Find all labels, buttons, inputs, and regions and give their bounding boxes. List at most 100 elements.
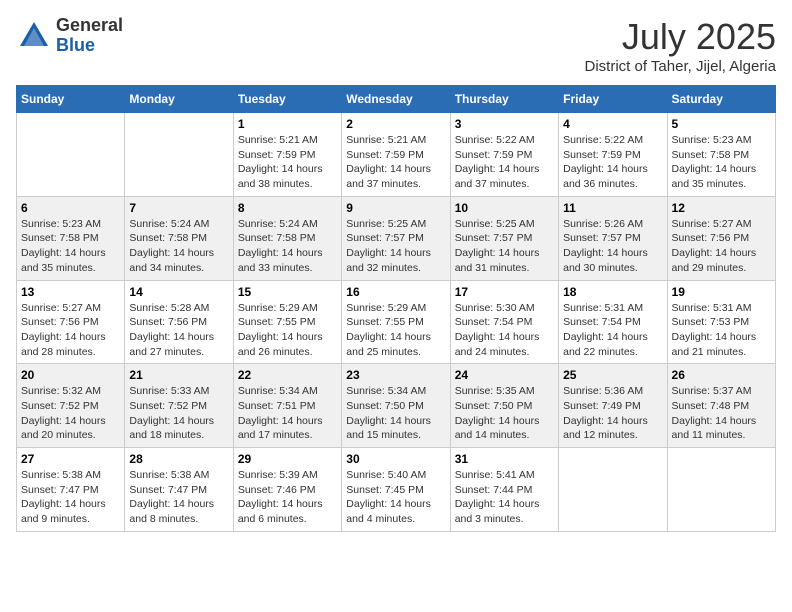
calendar-cell: 1 Sunrise: 5:21 AM Sunset: 7:59 PM Daylig… bbox=[233, 113, 341, 197]
day-number: 8 bbox=[238, 201, 337, 215]
calendar-cell bbox=[667, 448, 775, 532]
calendar-week-4: 27 Sunrise: 5:38 AM Sunset: 7:47 PM Dayli… bbox=[17, 448, 776, 532]
calendar-week-1: 6 Sunrise: 5:23 AM Sunset: 7:58 PM Daylig… bbox=[17, 196, 776, 280]
calendar-cell: 13 Sunrise: 5:27 AM Sunset: 7:56 PM Dayli… bbox=[17, 280, 125, 364]
logo-blue-text: Blue bbox=[56, 36, 123, 56]
day-number: 28 bbox=[129, 452, 228, 466]
title-area: July 2025 District of Taher, Jijel, Alge… bbox=[585, 16, 776, 75]
day-number: 2 bbox=[346, 117, 445, 131]
day-number: 21 bbox=[129, 368, 228, 382]
cell-content: Sunrise: 5:33 AM Sunset: 7:52 PM Dayligh… bbox=[129, 384, 228, 443]
weekday-header-saturday: Saturday bbox=[667, 86, 775, 113]
calendar-cell: 25 Sunrise: 5:36 AM Sunset: 7:49 PM Dayli… bbox=[559, 364, 667, 448]
cell-content: Sunrise: 5:35 AM Sunset: 7:50 PM Dayligh… bbox=[455, 384, 554, 443]
calendar-cell: 26 Sunrise: 5:37 AM Sunset: 7:48 PM Dayli… bbox=[667, 364, 775, 448]
day-number: 9 bbox=[346, 201, 445, 215]
cell-content: Sunrise: 5:25 AM Sunset: 7:57 PM Dayligh… bbox=[346, 217, 445, 276]
day-number: 13 bbox=[21, 285, 120, 299]
day-number: 31 bbox=[455, 452, 554, 466]
cell-content: Sunrise: 5:38 AM Sunset: 7:47 PM Dayligh… bbox=[129, 468, 228, 527]
day-number: 6 bbox=[21, 201, 120, 215]
weekday-header-sunday: Sunday bbox=[17, 86, 125, 113]
cell-content: Sunrise: 5:29 AM Sunset: 7:55 PM Dayligh… bbox=[346, 301, 445, 360]
day-number: 14 bbox=[129, 285, 228, 299]
day-number: 12 bbox=[672, 201, 771, 215]
calendar-cell bbox=[559, 448, 667, 532]
calendar-table: SundayMondayTuesdayWednesdayThursdayFrid… bbox=[16, 85, 776, 532]
cell-content: Sunrise: 5:21 AM Sunset: 7:59 PM Dayligh… bbox=[346, 133, 445, 192]
calendar-cell: 12Sunrise: 5:27 AM Sunset: 7:56 PM Dayli… bbox=[667, 196, 775, 280]
calendar-cell: 8 Sunrise: 5:24 AM Sunset: 7:58 PM Daylig… bbox=[233, 196, 341, 280]
calendar-week-2: 13 Sunrise: 5:27 AM Sunset: 7:56 PM Dayli… bbox=[17, 280, 776, 364]
calendar-cell: 11Sunrise: 5:26 AM Sunset: 7:57 PM Dayli… bbox=[559, 196, 667, 280]
day-number: 11 bbox=[563, 201, 662, 215]
day-number: 22 bbox=[238, 368, 337, 382]
day-number: 15 bbox=[238, 285, 337, 299]
day-number: 26 bbox=[672, 368, 771, 382]
calendar-cell: 4 Sunrise: 5:22 AM Sunset: 7:59 PM Daylig… bbox=[559, 113, 667, 197]
calendar-cell: 29 Sunrise: 5:39 AM Sunset: 7:46 PM Dayli… bbox=[233, 448, 341, 532]
calendar-cell: 18Sunrise: 5:31 AM Sunset: 7:54 PM Dayli… bbox=[559, 280, 667, 364]
cell-content: Sunrise: 5:39 AM Sunset: 7:46 PM Dayligh… bbox=[238, 468, 337, 527]
calendar-cell: 6 Sunrise: 5:23 AM Sunset: 7:58 PM Daylig… bbox=[17, 196, 125, 280]
calendar-cell: 31Sunrise: 5:41 AM Sunset: 7:44 PM Dayli… bbox=[450, 448, 558, 532]
calendar-cell: 24 Sunrise: 5:35 AM Sunset: 7:50 PM Dayli… bbox=[450, 364, 558, 448]
weekday-header-row: SundayMondayTuesdayWednesdayThursdayFrid… bbox=[17, 86, 776, 113]
cell-content: Sunrise: 5:38 AM Sunset: 7:47 PM Dayligh… bbox=[21, 468, 120, 527]
weekday-header-tuesday: Tuesday bbox=[233, 86, 341, 113]
cell-content: Sunrise: 5:28 AM Sunset: 7:56 PM Dayligh… bbox=[129, 301, 228, 360]
day-number: 27 bbox=[21, 452, 120, 466]
cell-content: Sunrise: 5:32 AM Sunset: 7:52 PM Dayligh… bbox=[21, 384, 120, 443]
day-number: 23 bbox=[346, 368, 445, 382]
cell-content: Sunrise: 5:23 AM Sunset: 7:58 PM Dayligh… bbox=[21, 217, 120, 276]
logo-icon bbox=[16, 18, 52, 54]
cell-content: Sunrise: 5:24 AM Sunset: 7:58 PM Dayligh… bbox=[238, 217, 337, 276]
day-number: 19 bbox=[672, 285, 771, 299]
cell-content: Sunrise: 5:34 AM Sunset: 7:50 PM Dayligh… bbox=[346, 384, 445, 443]
calendar-cell: 2 Sunrise: 5:21 AM Sunset: 7:59 PM Daylig… bbox=[342, 113, 450, 197]
cell-content: Sunrise: 5:34 AM Sunset: 7:51 PM Dayligh… bbox=[238, 384, 337, 443]
calendar-cell: 22 Sunrise: 5:34 AM Sunset: 7:51 PM Dayli… bbox=[233, 364, 341, 448]
weekday-header-wednesday: Wednesday bbox=[342, 86, 450, 113]
calendar-cell: 30 Sunrise: 5:40 AM Sunset: 7:45 PM Dayli… bbox=[342, 448, 450, 532]
cell-content: Sunrise: 5:40 AM Sunset: 7:45 PM Dayligh… bbox=[346, 468, 445, 527]
calendar-cell bbox=[17, 113, 125, 197]
day-number: 20 bbox=[21, 368, 120, 382]
calendar-cell: 20 Sunrise: 5:32 AM Sunset: 7:52 PM Dayli… bbox=[17, 364, 125, 448]
day-number: 16 bbox=[346, 285, 445, 299]
calendar-cell: 28 Sunrise: 5:38 AM Sunset: 7:47 PM Dayli… bbox=[125, 448, 233, 532]
header: General Blue July 2025 District of Taher… bbox=[16, 16, 776, 75]
cell-content: Sunrise: 5:23 AM Sunset: 7:58 PM Dayligh… bbox=[672, 133, 771, 192]
weekday-header-friday: Friday bbox=[559, 86, 667, 113]
day-number: 18 bbox=[563, 285, 662, 299]
calendar-cell: 27 Sunrise: 5:38 AM Sunset: 7:47 PM Dayli… bbox=[17, 448, 125, 532]
day-number: 7 bbox=[129, 201, 228, 215]
cell-content: Sunrise: 5:22 AM Sunset: 7:59 PM Dayligh… bbox=[563, 133, 662, 192]
day-number: 3 bbox=[455, 117, 554, 131]
calendar-cell: 14 Sunrise: 5:28 AM Sunset: 7:56 PM Dayli… bbox=[125, 280, 233, 364]
logo-general-text: General bbox=[56, 16, 123, 36]
cell-content: Sunrise: 5:25 AM Sunset: 7:57 PM Dayligh… bbox=[455, 217, 554, 276]
calendar-cell: 21 Sunrise: 5:33 AM Sunset: 7:52 PM Dayli… bbox=[125, 364, 233, 448]
calendar-cell: 7 Sunrise: 5:24 AM Sunset: 7:58 PM Daylig… bbox=[125, 196, 233, 280]
day-number: 24 bbox=[455, 368, 554, 382]
calendar-cell: 3Sunrise: 5:22 AM Sunset: 7:59 PM Daylig… bbox=[450, 113, 558, 197]
day-number: 1 bbox=[238, 117, 337, 131]
month-title: July 2025 bbox=[585, 16, 776, 58]
day-number: 4 bbox=[563, 117, 662, 131]
weekday-header-monday: Monday bbox=[125, 86, 233, 113]
calendar-cell: 19Sunrise: 5:31 AM Sunset: 7:53 PM Dayli… bbox=[667, 280, 775, 364]
cell-content: Sunrise: 5:27 AM Sunset: 7:56 PM Dayligh… bbox=[21, 301, 120, 360]
day-number: 29 bbox=[238, 452, 337, 466]
day-number: 30 bbox=[346, 452, 445, 466]
subtitle: District of Taher, Jijel, Algeria bbox=[585, 58, 776, 75]
cell-content: Sunrise: 5:24 AM Sunset: 7:58 PM Dayligh… bbox=[129, 217, 228, 276]
cell-content: Sunrise: 5:37 AM Sunset: 7:48 PM Dayligh… bbox=[672, 384, 771, 443]
day-number: 25 bbox=[563, 368, 662, 382]
cell-content: Sunrise: 5:29 AM Sunset: 7:55 PM Dayligh… bbox=[238, 301, 337, 360]
cell-content: Sunrise: 5:36 AM Sunset: 7:49 PM Dayligh… bbox=[563, 384, 662, 443]
cell-content: Sunrise: 5:21 AM Sunset: 7:59 PM Dayligh… bbox=[238, 133, 337, 192]
calendar-cell: 16 Sunrise: 5:29 AM Sunset: 7:55 PM Dayli… bbox=[342, 280, 450, 364]
logo-text: General Blue bbox=[56, 16, 123, 56]
calendar-cell: 15 Sunrise: 5:29 AM Sunset: 7:55 PM Dayli… bbox=[233, 280, 341, 364]
